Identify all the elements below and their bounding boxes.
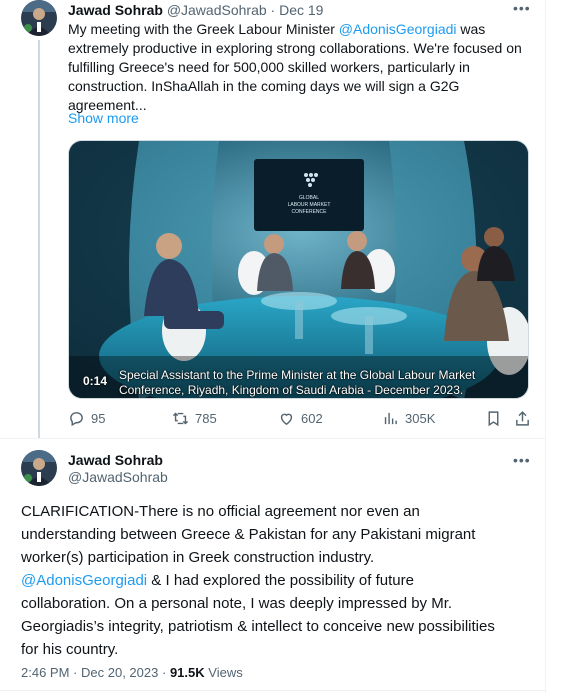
tweet-text-line: construction. InShaAllah in the coming d… — [68, 78, 460, 94]
tweet-original[interactable]: Jawad Sohrab @JawadSohrab · Dec 19 ••• M… — [0, 0, 546, 438]
bookmark-button[interactable] — [485, 410, 502, 427]
show-more-link[interactable]: Show more — [68, 110, 139, 126]
like-button[interactable]: 602 — [278, 410, 323, 427]
tweet-text-line: extremely productive in exploring strong… — [68, 40, 522, 56]
tweet-text-line: My meeting with the Greek Labour Ministe… — [68, 20, 534, 39]
tweet-text-line: collaboration. On a personal note, I was… — [21, 595, 453, 612]
author-handle[interactable]: @JawadSohrab — [167, 2, 267, 18]
share-button[interactable] — [514, 410, 531, 427]
views-total: 91.5K — [169, 665, 205, 680]
tweet-actions: 95 785 602 305K — [62, 410, 532, 432]
tweet-text: My meeting with the Greek Labour Ministe… — [68, 20, 534, 115]
repost-icon — [172, 412, 189, 425]
reply-button[interactable]: 95 — [68, 410, 105, 427]
tweet-text-line: @AdonisGeorgiadi & I had explored the po… — [21, 569, 541, 592]
post-date[interactable]: Dec 20, 2023 — [81, 665, 158, 680]
views-count: 305K — [405, 411, 436, 426]
author-handle[interactable]: @JawadSohrab — [68, 469, 168, 486]
video-player[interactable]: GLOBAL LABOUR MARKET CONFERENCE 0:14 Spe… — [68, 140, 529, 399]
mention-link[interactable]: @AdonisGeorgiadi — [339, 21, 457, 37]
text-segment: My meeting with the Greek Labour Ministe… — [68, 21, 339, 37]
avatar[interactable] — [21, 0, 57, 36]
tweet-text-line: Georgiadis’s integrity, patriotism & int… — [21, 618, 495, 635]
bookmark-icon — [488, 411, 499, 427]
video-caption-line: Conference, Riyadh, Kingdom of Saudi Ara… — [119, 383, 464, 397]
header-separator: · — [270, 2, 276, 18]
mention-link[interactable]: @AdonisGeorgiadi — [21, 572, 147, 589]
tweet-text-line: understanding between Greece & Pakistan … — [21, 526, 476, 543]
meta-separator: · — [73, 665, 78, 680]
bottom-divider — [0, 690, 546, 691]
author-name[interactable]: Jawad Sohrab — [68, 2, 163, 18]
meta-separator: · — [161, 665, 167, 680]
text-segment: was — [456, 21, 486, 37]
tweet-meta: 2:46 PM · Dec 20, 2023 · 91.5K Views — [21, 665, 243, 680]
heart-icon — [280, 413, 293, 426]
reply-icon — [70, 412, 83, 427]
video-timecode: 0:14 — [83, 374, 108, 388]
share-icon — [516, 411, 529, 426]
screen-title-line1: GLOBAL — [299, 195, 319, 201]
repost-button[interactable]: 785 — [172, 410, 217, 427]
tweet-text-line: worker(s) participation in Greek constru… — [21, 549, 375, 566]
views-button[interactable]: 305K — [382, 410, 435, 427]
reply-count: 95 — [91, 411, 106, 426]
video-caption: Special Assistant to the Prime Minister … — [119, 368, 528, 398]
screen-title-line3: CONFERENCE — [291, 209, 327, 215]
tweet-date[interactable]: Dec 19 — [279, 2, 323, 18]
screen-title-line2: LABOUR MARKET — [288, 202, 331, 208]
tweet-header: Jawad Sohrab @JawadSohrab · Dec 19 — [68, 2, 323, 18]
tweet-header: Jawad Sohrab @JawadSohrab — [68, 452, 168, 486]
views-label: Views — [208, 665, 243, 680]
thread-connector — [38, 40, 40, 438]
more-dots-icon[interactable]: ••• — [513, 452, 531, 468]
tweet-text-line: for his country. — [21, 641, 119, 658]
text-segment: & I had explored the possibility of futu… — [147, 572, 414, 589]
avatar[interactable] — [21, 450, 57, 486]
tweet-text: CLARIFICATION-There is no official agree… — [21, 500, 541, 661]
tweet-text-line: fulfilling Greece's need for 500,000 ski… — [68, 59, 470, 75]
analytics-icon — [384, 412, 397, 425]
tweet-divider — [0, 438, 546, 439]
repost-count: 785 — [195, 411, 217, 426]
post-time[interactable]: 2:46 PM — [21, 665, 69, 680]
video-frame: GLOBAL LABOUR MARKET CONFERENCE — [69, 141, 528, 398]
author-name[interactable]: Jawad Sohrab — [68, 452, 168, 469]
more-dots-icon[interactable]: ••• — [513, 0, 531, 16]
video-caption-line: Special Assistant to the Prime Minister … — [119, 368, 476, 382]
like-count: 602 — [301, 411, 323, 426]
tweet-text-line: CLARIFICATION-There is no official agree… — [21, 503, 420, 520]
